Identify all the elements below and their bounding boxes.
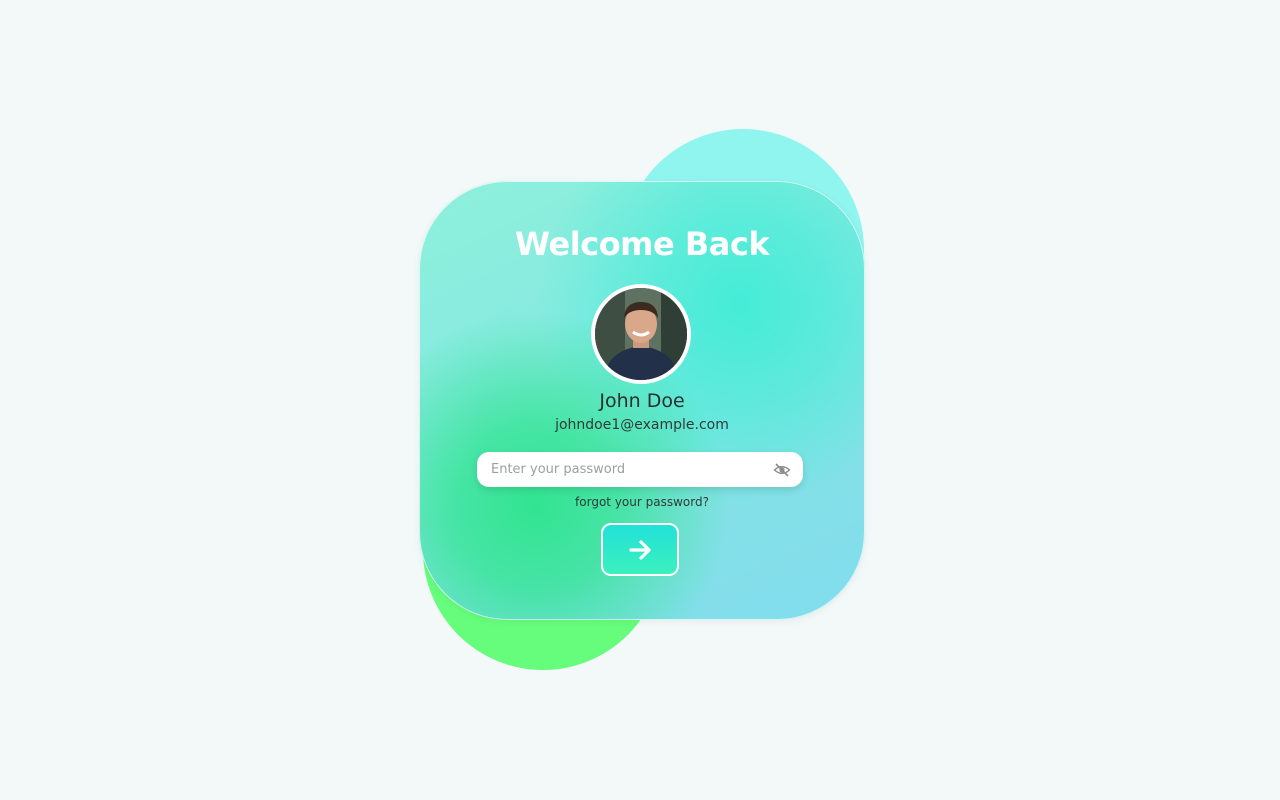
user-name: John Doe	[599, 390, 685, 412]
page-title: Welcome Back	[514, 225, 770, 263]
forgot-password-link[interactable]: forgot your password?	[419, 495, 865, 509]
submit-button[interactable]	[601, 523, 679, 576]
password-input[interactable]	[491, 452, 761, 487]
user-email: johndoe1@example.com	[555, 417, 729, 433]
avatar	[591, 284, 691, 384]
login-card: Welcome Back John Doe johndoe1@example.c…	[419, 181, 865, 620]
password-field-container	[477, 452, 803, 487]
login-stage: Welcome Back John Doe johndoe1@example.c…	[0, 0, 1280, 800]
arrow-right-icon	[629, 540, 651, 560]
eye-off-icon[interactable]	[773, 461, 791, 479]
